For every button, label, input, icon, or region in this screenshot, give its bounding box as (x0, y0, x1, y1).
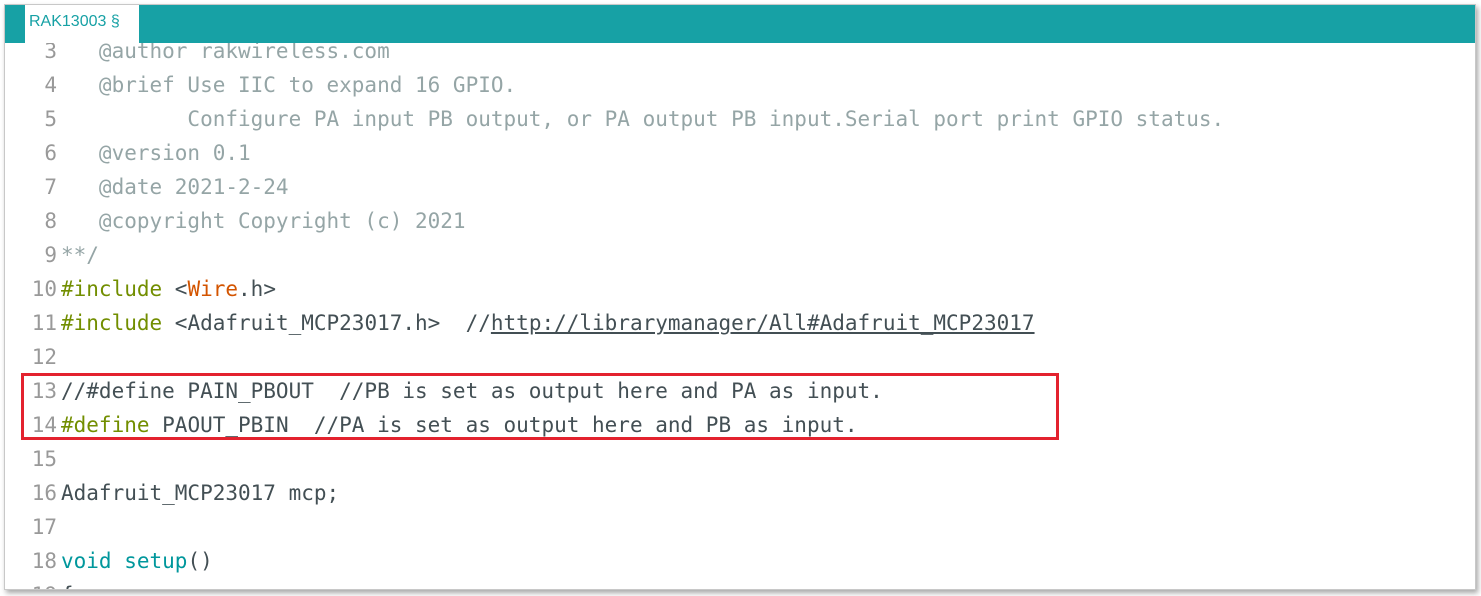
code-line[interactable]: 11 #include <Adafruit_MCP23017.h> //http:… (5, 306, 1475, 340)
line-number: 10 (31, 277, 57, 301)
ide-window: RAK13003 § 3 @author rakwireless.com 4 @b… (4, 4, 1476, 590)
code-text: #include <Wire.h> (61, 272, 276, 306)
tab-bar: RAK13003 § (5, 5, 1475, 43)
code-text: @brief Use IIC to expand 16 GPIO. (61, 68, 516, 102)
code-text: void setup() (61, 544, 213, 578)
line-number: 18 (31, 549, 57, 573)
line-number: 9 (44, 243, 57, 267)
code-token: @date 2021-2-24 (61, 175, 289, 199)
code-token: void (61, 549, 112, 573)
code-line[interactable]: 7 @date 2021-2-24 (5, 170, 1475, 204)
code-token: { (61, 583, 74, 589)
code-text: Adafruit_MCP23017 mcp; (61, 476, 339, 510)
code-text: **/ (61, 238, 99, 272)
line-number: 6 (44, 141, 57, 165)
code-line[interactable]: 19 { (5, 578, 1475, 589)
code-token: Wire (187, 277, 239, 301)
code-text: @date 2021-2-24 (61, 170, 289, 204)
code-line[interactable]: 12 (5, 340, 1475, 374)
code-text: @author rakwireless.com (61, 43, 390, 68)
code-line[interactable]: 14 #define PAOUT_PBIN //PA is set as outp… (5, 408, 1475, 442)
code-token: //#define PAIN_PBOUT //PB is set as outp… (61, 379, 883, 403)
code-line[interactable]: 8 @copyright Copyright (c) 2021 (5, 204, 1475, 238)
line-number: 4 (44, 73, 57, 97)
code-line[interactable]: 6 @version 0.1 (5, 136, 1475, 170)
tab-accent (19, 5, 25, 43)
code-token: PAOUT_PBIN //PA is set as output here an… (149, 413, 858, 437)
code-editor[interactable]: 3 @author rakwireless.com 4 @brief Use II… (5, 43, 1475, 589)
line-number: 16 (31, 481, 57, 505)
code-line[interactable]: 15 (5, 442, 1475, 476)
code-token: @author rakwireless.com (61, 43, 390, 63)
line-number: 3 (44, 43, 57, 63)
code-token: @brief Use IIC to expand 16 GPIO. (61, 73, 517, 97)
code-token: Adafruit_MCP23017 mcp; (61, 481, 340, 505)
code-text: //#define PAIN_PBOUT //PB is set as outp… (61, 374, 883, 408)
line-number: 7 (44, 175, 57, 199)
line-number: 13 (31, 379, 57, 403)
code-token: setup (124, 549, 188, 573)
code-token: Configure PA input PB output, or PA outp… (61, 107, 1225, 131)
line-number: 17 (31, 515, 57, 539)
code-line[interactable]: 3 @author rakwireless.com (5, 43, 1475, 68)
line-number: 11 (31, 311, 57, 335)
line-number: 19 (5, 578, 57, 589)
code-token: @version 0.1 (61, 141, 251, 165)
code-line[interactable]: 5 Configure PA input PB output, or PA ou… (5, 102, 1475, 136)
line-number: 8 (44, 209, 57, 233)
code-line[interactable]: 17 (5, 510, 1475, 544)
code-text: @copyright Copyright (c) 2021 (61, 204, 466, 238)
code-lines: 3 @author rakwireless.com 4 @brief Use II… (5, 43, 1475, 589)
code-token: #include (61, 311, 163, 335)
code-token: < (162, 277, 188, 301)
code-token: #include (61, 277, 163, 301)
code-text: @version 0.1 (61, 136, 251, 170)
code-line[interactable]: 13//#define PAIN_PBOUT //PB is set as ou… (5, 374, 1475, 408)
code-link[interactable]: http://librarymanager/All#Adafruit_MCP23… (491, 311, 1035, 335)
code-text: Configure PA input PB output, or PA outp… (61, 102, 1224, 136)
code-token: #define (61, 413, 150, 437)
code-token: <Adafruit_MCP23017.h> // (162, 311, 491, 335)
code-token: () (187, 549, 213, 573)
code-line[interactable]: 9 **/ (5, 238, 1475, 272)
code-token: @copyright Copyright (c) 2021 (61, 209, 466, 233)
code-line[interactable]: 4 @brief Use IIC to expand 16 GPIO. (5, 68, 1475, 102)
tab-label: RAK13003 § (29, 13, 120, 30)
code-text: #define PAOUT_PBIN //PA is set as output… (61, 408, 858, 442)
code-token: .h> (238, 277, 276, 301)
code-line[interactable]: 16 Adafruit_MCP23017 mcp; (5, 476, 1475, 510)
code-text: #include <Adafruit_MCP23017.h> //http://… (61, 306, 1035, 340)
line-number: 14 (31, 413, 57, 437)
code-line[interactable]: 10 #include <Wire.h> (5, 272, 1475, 306)
code-line[interactable]: 18 void setup() (5, 544, 1475, 578)
line-number: 12 (31, 345, 57, 369)
line-number: 5 (44, 107, 57, 131)
tab-rak13003[interactable]: RAK13003 § (19, 5, 139, 43)
code-token: **/ (61, 243, 99, 267)
code-text: { (61, 578, 74, 589)
line-number: 15 (31, 447, 57, 471)
